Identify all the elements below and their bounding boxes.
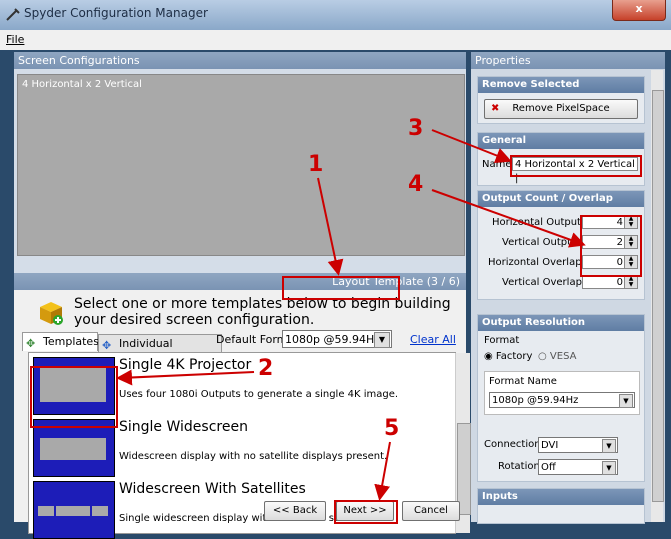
screen-config-item[interactable]: 4 Horizontal x 2 Vertical [22, 79, 142, 90]
title-bar: Spyder Configuration Manager x [0, 0, 671, 31]
scroll-thumb[interactable] [652, 90, 664, 502]
output-count-header: Output Count / Overlap [478, 191, 644, 207]
inputs-header: Inputs [478, 489, 644, 505]
chevron-down-icon: ▼ [602, 461, 616, 475]
chevron-down-icon: ▼ [374, 332, 390, 348]
tab-templates-label: Templates [43, 335, 99, 348]
rotation-label: Rotation: [498, 461, 544, 472]
connection-label: Connection [484, 439, 541, 450]
close-button[interactable]: x [612, 0, 666, 21]
highlight-next-button [334, 500, 398, 524]
format-name-label: Format Name [489, 376, 557, 387]
remove-selected-header: Remove Selected [478, 77, 644, 93]
highlight-widescreen-template [30, 366, 118, 428]
template-name: Single 4K Projector [119, 357, 252, 373]
highlight-name-field [510, 155, 642, 177]
default-format-select[interactable]: 1080p @59.94Hz ▼ [282, 330, 392, 348]
properties-header: Properties [471, 52, 665, 69]
v-overlap-label: Vertical Overlap: [502, 277, 586, 288]
screen-configurations-header: Screen Configurations [14, 52, 466, 69]
wizard-buttons: << Back Next >> Cancel [14, 498, 466, 522]
vesa-radio[interactable]: ○ VESA [538, 351, 576, 362]
annotation-number: 3 [408, 116, 424, 141]
cancel-button[interactable]: Cancel [402, 501, 460, 521]
properties-pane: Properties Remove Selected ✖ Remove Pixe… [471, 52, 665, 524]
v-overlap-stepper[interactable]: 0 ▲ ▼ [582, 275, 638, 289]
menu-bar: File [0, 30, 671, 50]
add-cube-icon [40, 302, 63, 325]
vesa-label: VESA [549, 351, 577, 362]
v-overlap-value: 0 [616, 277, 623, 288]
highlight-output-count [580, 215, 642, 277]
v-outputs-label: Vertical Outputs: [502, 237, 586, 248]
screen-configurations-list[interactable]: 4 Horizontal x 2 Vertical [17, 74, 465, 256]
factory-radio[interactable]: ◉ Factory [484, 351, 532, 362]
stepper-arrows-icon[interactable]: ▲ ▼ [624, 276, 637, 288]
factory-label: Factory [495, 351, 533, 362]
rotation-value: Off [541, 462, 556, 473]
properties-scrollbar[interactable] [651, 70, 664, 522]
remove-pixelspace-label: Remove PixelSpace [512, 103, 610, 114]
connection-value: DVI [541, 440, 559, 451]
format-name-group: Format Name 1080p @59.94Hz ▼ [484, 371, 640, 415]
h-outputs-label: Horizontal Outputs: [492, 217, 590, 228]
tab-templates[interactable]: ✥ Templates [22, 332, 99, 351]
highlight-default-format [282, 276, 400, 300]
annotation-number: 4 [408, 172, 424, 197]
templates-icon: ✥ [26, 337, 36, 350]
template-desc: Uses four 1080i Outputs to generate a si… [119, 389, 399, 400]
back-button[interactable]: << Back [264, 501, 326, 521]
annotation-number: 5 [384, 416, 400, 441]
format-label: Format [484, 335, 520, 346]
annotation-number: 2 [258, 356, 274, 381]
output-resolution-header: Output Resolution [478, 315, 644, 331]
general-header: General [478, 133, 644, 149]
output-resolution-section: Output Resolution Format ◉ Factory ○ VES… [477, 314, 645, 482]
instruction-text: Select one or more templates below to be… [74, 296, 451, 328]
h-overlap-label: Horizontal Overlap: [488, 257, 585, 268]
chevron-down-icon: ▼ [619, 394, 633, 408]
rotation-select[interactable]: Off ▼ [538, 459, 618, 475]
window-title: Spyder Configuration Manager [24, 6, 208, 20]
remove-pixelspace-button[interactable]: ✖ Remove PixelSpace [484, 99, 638, 119]
name-label: Name [482, 159, 512, 170]
remove-selected-section: Remove Selected ✖ Remove PixelSpace [477, 76, 645, 124]
tab-individual-screens[interactable]: ✥ Individual Screens [98, 334, 222, 368]
template-name: Single Widescreen [119, 419, 248, 435]
format-name-value: 1080p @59.94Hz [492, 395, 579, 406]
template-name: Widescreen With Satellites [119, 481, 306, 497]
menu-file[interactable]: File [6, 33, 24, 46]
connection-select[interactable]: DVI ▼ [538, 437, 618, 453]
inputs-section: Inputs [477, 488, 645, 524]
chevron-down-icon: ▼ [602, 439, 616, 453]
annotation-number: 1 [308, 152, 324, 177]
format-name-select[interactable]: 1080p @59.94Hz ▼ [489, 392, 635, 408]
remove-icon: ✖ [491, 103, 500, 114]
default-format-value: 1080p @59.94Hz [285, 333, 381, 346]
clear-all-link[interactable]: Clear All [410, 333, 456, 346]
app-icon [6, 8, 20, 21]
template-desc: Widescreen display with no satellite dis… [119, 451, 388, 462]
